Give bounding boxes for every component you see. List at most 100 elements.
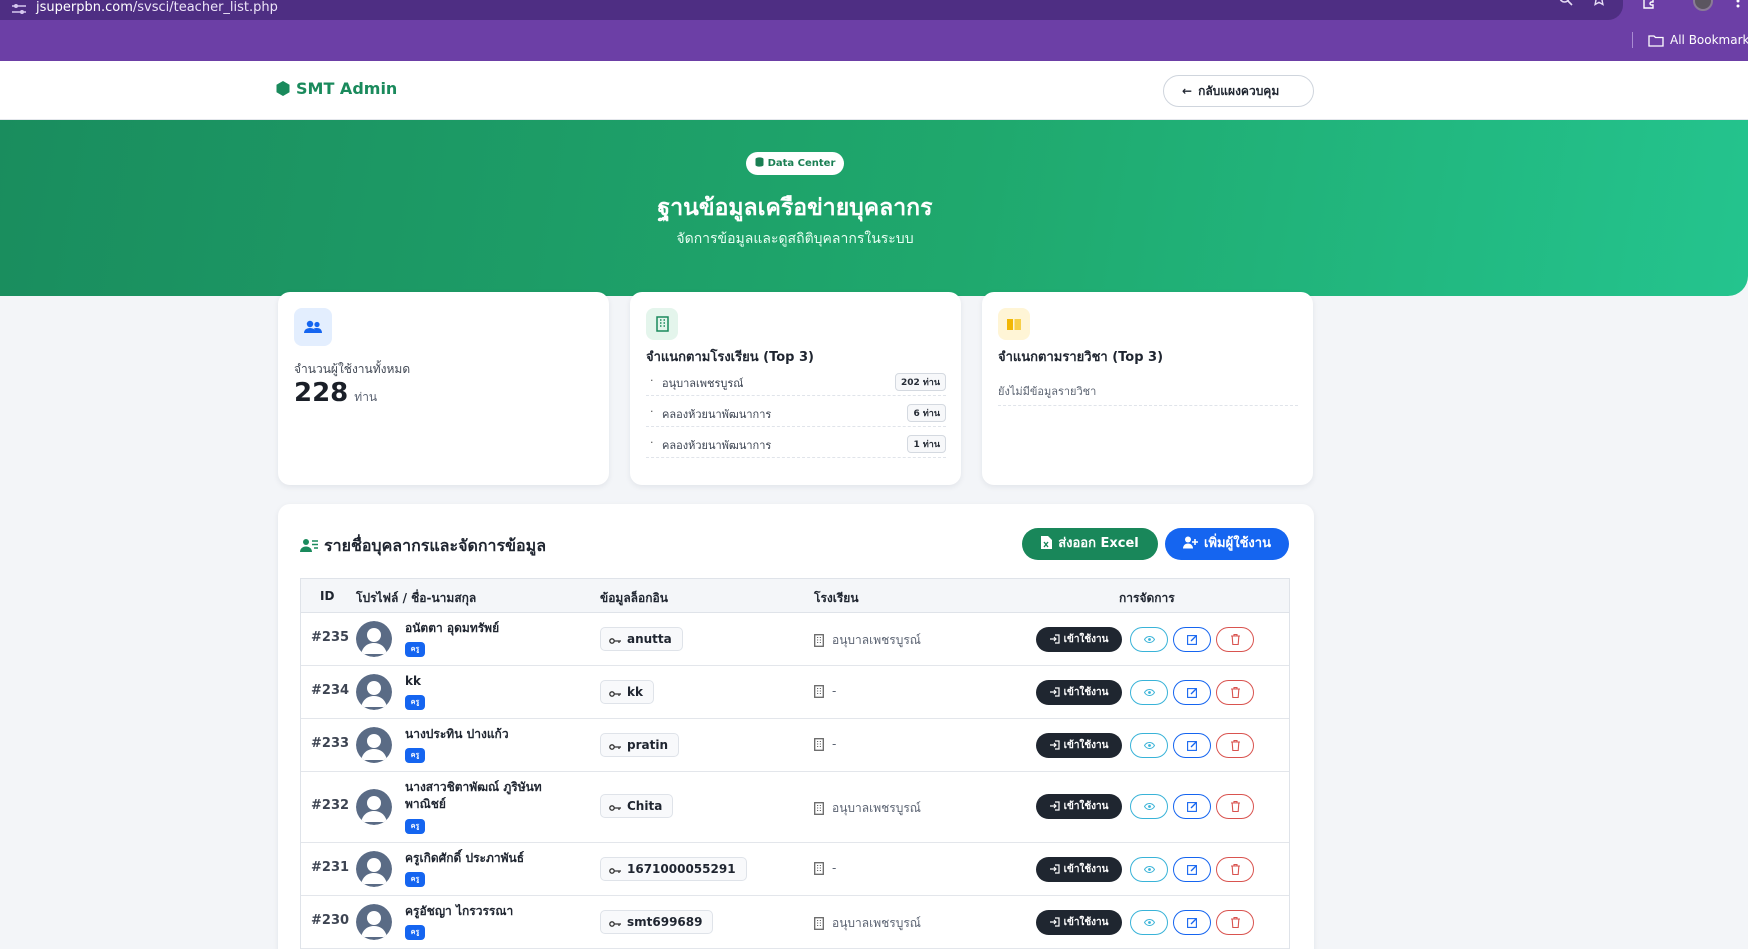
edit-button[interactable] [1173,910,1211,935]
profile-avatar-icon[interactable] [1693,0,1713,11]
trash-icon [1230,801,1240,812]
add-user-button[interactable]: เพิ่มผู้ใช้งาน [1165,528,1289,560]
star-icon[interactable] [1591,0,1607,7]
delete-button[interactable] [1216,733,1254,758]
personnel-panel: รายชื่อบุคลากรและจัดการข้อมูล ส่งออก Exc… [278,504,1314,949]
bullet: · [650,405,654,418]
col-school: โรงเรียน [814,591,859,605]
all-bookmarks[interactable]: All Bookmarks [1648,33,1748,47]
school-name: อนุบาลเพชรบูรณ์ [832,633,921,647]
table-row: #234 kk ครู kk - เข้าใช้งาน [301,666,1289,719]
edit-button[interactable] [1173,857,1211,882]
building-icon [814,862,824,875]
impersonate-login-button[interactable]: เข้าใช้งาน [1036,627,1122,652]
back-to-dashboard-button[interactable]: ← กลับแผงควบคุม [1163,75,1314,107]
edit-icon [1186,802,1197,812]
total-users-value: 228 ท่าน [294,378,377,408]
edit-icon [1186,688,1197,698]
school-rank-count: 202 ท่าน [894,373,946,391]
sign-in-icon [1049,634,1060,644]
user-list-icon [300,539,318,552]
trash-icon [1230,740,1240,751]
view-button[interactable] [1130,680,1168,705]
sign-in-icon [1049,864,1060,874]
delete-button[interactable] [1216,857,1254,882]
page-title: ฐานข้อมูลเครือข่ายบุคลากร [657,195,933,221]
school-rank-count: 6 ท่าน [907,404,946,422]
view-button[interactable] [1130,794,1168,819]
school-top3-card: จำแนกตามโรงเรียน (Top 3) · อนุบาลเพชรบูร… [630,292,961,485]
username-chip: smt699689 [600,910,714,934]
impersonate-login-button[interactable]: เข้าใช้งาน [1036,857,1122,882]
users-icon [294,308,332,346]
username-chip: pratin [600,733,679,757]
role-badge: ครู [405,925,425,940]
edit-button[interactable] [1173,794,1211,819]
edit-button[interactable] [1173,680,1211,705]
login-action-label: เข้าใช้งาน [1063,634,1109,645]
username-text: kk [627,685,643,699]
school-rank-name: คลองห้วยนาพัฒนาการ [662,408,772,421]
sign-in-icon [1049,687,1060,697]
building-icon [814,738,824,751]
school-cell: อนุบาลเพชรบูรณ์ [814,914,921,933]
school-cell: - [814,861,836,875]
user-name: นางประทิน ปางแก้ว [405,727,509,741]
role-badge: ครู [405,695,425,710]
edit-icon [1186,918,1197,928]
view-button[interactable] [1130,857,1168,882]
avatar [356,789,392,825]
row-id: #232 [311,798,350,813]
username-text: 1671000055291 [627,862,736,876]
kebab-menu-icon[interactable] [1733,0,1743,9]
tune-icon[interactable] [12,4,26,14]
key-icon [609,744,621,750]
subject-top3-card: จำแนกตามรายวิชา (Top 3) ยังไม่มีข้อมูลรา… [982,292,1313,485]
sign-in-icon [1049,740,1060,750]
badge-label: Data Center [767,158,836,169]
view-button[interactable] [1130,910,1168,935]
trash-icon [1230,687,1240,698]
edit-icon [1186,635,1197,645]
url-domain: jsuperpbn.com [36,0,133,15]
puzzle-icon[interactable] [1641,0,1657,9]
table-row: #231 ครูเกิดศักดิ์ ประภาพันธ์ ครู 167100… [301,843,1289,896]
trash-icon [1230,634,1240,645]
key-icon [609,638,621,644]
school-rank-item: · อนุบาลเพชรบูรณ์ 202 ท่าน [646,366,946,396]
address-bar[interactable]: jsuperpbn.com/svsci/teacher_list.php [0,0,1623,20]
school-name: - [832,737,837,751]
eye-icon [1143,742,1155,749]
impersonate-login-button[interactable]: เข้าใช้งาน [1036,680,1122,705]
delete-button[interactable] [1216,910,1254,935]
building-icon [814,802,824,815]
eye-icon [1143,919,1155,926]
export-excel-button[interactable]: ส่งออก Excel [1022,528,1158,560]
login-action-label: เข้าใช้งาน [1063,801,1109,812]
impersonate-login-button[interactable]: เข้าใช้งาน [1036,794,1122,819]
view-button[interactable] [1130,733,1168,758]
delete-button[interactable] [1216,794,1254,819]
col-actions: การจัดการ [1119,591,1175,605]
edit-icon [1186,865,1197,875]
edit-button[interactable] [1173,627,1211,652]
row-id: #234 [311,683,350,698]
impersonate-login-button[interactable]: เข้าใช้งาน [1036,733,1122,758]
delete-button[interactable] [1216,680,1254,705]
impersonate-login-button[interactable]: เข้าใช้งาน [1036,910,1122,935]
url-text[interactable]: jsuperpbn.com/svsci/teacher_list.php [36,0,278,16]
school-name: อนุบาลเพชรบูรณ์ [832,801,921,815]
view-button[interactable] [1130,627,1168,652]
table-row: #233 นางประทิน ปางแก้ว ครู pratin - เข้า… [301,719,1289,772]
table-row: #230 ครูอัชญา ไกรวรรณา ครู smt699689 อนุ… [301,896,1289,949]
role-badge: ครู [405,748,425,763]
col-profile: โปรไฟล์ / ชื่อ-นามสกุล [356,591,477,605]
edit-button[interactable] [1173,733,1211,758]
url-path: /svsci/teacher_list.php [132,0,278,15]
brand-link[interactable]: SMT Admin [276,79,397,98]
login-action-label: เข้าใช้งาน [1063,687,1109,698]
row-id: #230 [311,913,350,928]
total-users-unit: ท่าน [354,390,378,404]
delete-button[interactable] [1216,627,1254,652]
zoom-icon[interactable] [1558,0,1574,7]
